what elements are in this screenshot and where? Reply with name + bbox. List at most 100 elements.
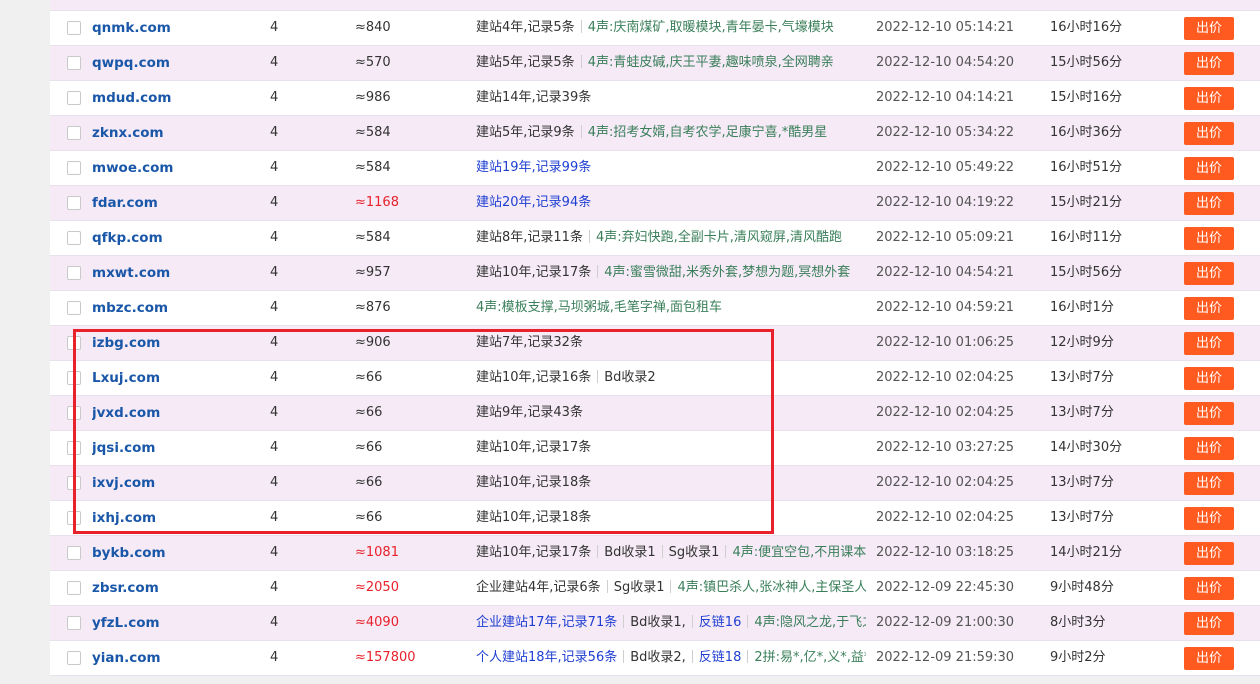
- separator: [725, 545, 727, 558]
- row-checkbox[interactable]: [67, 56, 81, 70]
- domain-description: 建站10年,记录17条 4声:蜜雪微甜,米秀外套,梦想为题,冥想外套: [476, 256, 866, 290]
- price-estimate: ≈157800: [355, 650, 416, 665]
- bid-button[interactable]: 出价: [1184, 507, 1234, 530]
- row-checkbox[interactable]: [67, 546, 81, 560]
- bid-button[interactable]: 出价: [1184, 437, 1234, 460]
- row-checkbox[interactable]: [67, 21, 81, 35]
- description-segment: 4声:青蛙皮碱,庆王平妻,趣味喷泉,全网聘亲: [587, 55, 834, 70]
- domain-length: 4: [270, 160, 279, 175]
- price-estimate: ≈584: [355, 230, 391, 245]
- domain-link[interactable]: jqsi.com: [92, 431, 262, 465]
- domain-link[interactable]: izbg.com: [92, 326, 262, 360]
- row-checkbox[interactable]: [67, 91, 81, 105]
- row-checkbox[interactable]: [67, 336, 81, 350]
- bid-button[interactable]: 出价: [1184, 332, 1234, 355]
- row-checkbox[interactable]: [67, 266, 81, 280]
- bid-button[interactable]: 出价: [1184, 192, 1234, 215]
- description-segment: 建站10年,记录18条: [476, 510, 592, 525]
- bid-button[interactable]: 出价: [1184, 472, 1234, 495]
- bid-button[interactable]: 出价: [1184, 227, 1234, 250]
- price-estimate: ≈876: [355, 300, 391, 315]
- description-segment: 4声:模板支撑,马坝粥城,毛笔字禅,面包租车: [476, 300, 723, 315]
- bid-button[interactable]: 出价: [1184, 577, 1234, 600]
- domain-link[interactable]: ixhj.com: [92, 501, 262, 535]
- domain-length: 4: [270, 475, 279, 490]
- row-checkbox[interactable]: [67, 651, 81, 665]
- row-checkbox[interactable]: [67, 126, 81, 140]
- domain-description: 建站10年,记录17条 Bd收录1 Sg收录1 4声:便宜空包,不用课本,...: [476, 536, 866, 570]
- domain-link[interactable]: qnmk.com: [92, 11, 262, 45]
- domain-description: 个人建站18年,记录56条 Bd收录2, 反链18 2拼:易*,亿*,义*,益*,..…: [476, 641, 866, 675]
- row-checkbox[interactable]: [67, 196, 81, 210]
- row-checkbox[interactable]: [67, 441, 81, 455]
- row-checkbox[interactable]: [67, 616, 81, 630]
- domain-link[interactable]: jvxd.com: [92, 396, 262, 430]
- domain-link[interactable]: fdar.com: [92, 186, 262, 220]
- domain-length: 4: [270, 230, 279, 245]
- bid-button[interactable]: 出价: [1184, 297, 1234, 320]
- row-checkbox[interactable]: [67, 581, 81, 595]
- end-datetime: 2022-12-10 03:27:25: [876, 440, 1015, 455]
- domain-description: 建站4年,记录5条 4声:庆南煤矿,取暖模块,青年晏卡,气壕模块: [476, 11, 866, 45]
- description-segment: 建站10年,记录16条: [476, 370, 592, 385]
- domain-link[interactable]: ixvj.com: [92, 466, 262, 500]
- bid-button[interactable]: 出价: [1184, 87, 1234, 110]
- row-checkbox[interactable]: [67, 231, 81, 245]
- bid-button[interactable]: 出价: [1184, 402, 1234, 425]
- bid-button[interactable]: 出价: [1184, 612, 1234, 635]
- time-remaining: 15小时56分: [1050, 55, 1123, 70]
- description-segment: 反链16: [698, 615, 742, 630]
- domain-length: 4: [270, 265, 279, 280]
- price-estimate: ≈4090: [355, 615, 399, 630]
- domain-link[interactable]: Lxuj.com: [92, 361, 262, 395]
- separator: [747, 650, 749, 663]
- domain-link[interactable]: mxwt.com: [92, 256, 262, 290]
- table-row: mdud.com 4 ≈986 建站14年,记录39条 2022-12-10 04:14…: [50, 81, 1260, 116]
- bid-button[interactable]: 出价: [1184, 647, 1234, 670]
- table-row: ixvj.com 4 ≈66 建站10年,记录18条 2022-12-10 02:04:…: [50, 466, 1260, 501]
- table-row: qfkp.com 4 ≈584 建站8年,记录11条 4声:弃妇快跑,全副卡片,清风窥屏…: [50, 221, 1260, 256]
- domain-link[interactable]: qfkp.com: [92, 221, 262, 255]
- domain-link[interactable]: mwoe.com: [92, 151, 262, 185]
- table-row: Lxuj.com 4 ≈66 建站10年,记录16条 Bd收录2 2022-12-10 0…: [50, 361, 1260, 396]
- table-row: zknx.com 4 ≈584 建站5年,记录9条 4声:招考女婿,自考农学,足康宁喜,…: [50, 116, 1260, 151]
- domain-link[interactable]: yian.com: [92, 641, 262, 675]
- domain-link[interactable]: zbsr.com: [92, 571, 262, 605]
- table-row: fdar.com 4 ≈1168 建站20年,记录94条 2022-12-10 04:1…: [50, 186, 1260, 221]
- time-remaining: 13小时7分: [1050, 370, 1114, 385]
- end-datetime: 2022-12-10 04:59:21: [876, 300, 1015, 315]
- row-checkbox[interactable]: [67, 371, 81, 385]
- bid-button[interactable]: 出价: [1184, 17, 1234, 40]
- price-estimate: ≈66: [355, 510, 383, 525]
- bid-button[interactable]: 出价: [1184, 52, 1234, 75]
- price-estimate: ≈66: [355, 440, 383, 455]
- separator: [623, 615, 625, 628]
- row-checkbox[interactable]: [67, 511, 81, 525]
- row-checkbox[interactable]: [67, 406, 81, 420]
- domain-link[interactable]: mbzc.com: [92, 291, 262, 325]
- table-row: jqsi.com 4 ≈66 建站10年,记录17条 2022-12-10 03:27:…: [50, 431, 1260, 466]
- separator: [597, 265, 599, 278]
- domain-link[interactable]: bykb.com: [92, 536, 262, 570]
- domain-link[interactable]: yfzL.com: [92, 606, 262, 640]
- description-segment: 建站10年,记录17条: [476, 440, 592, 455]
- bid-button[interactable]: 出价: [1184, 262, 1234, 285]
- bid-button[interactable]: 出价: [1184, 122, 1234, 145]
- row-checkbox[interactable]: [67, 476, 81, 490]
- domain-length: 4: [270, 125, 279, 140]
- domain-link[interactable]: qwpq.com: [92, 46, 262, 80]
- domain-link[interactable]: mdud.com: [92, 81, 262, 115]
- description-segment: 4声:招考女婿,自考农学,足康宁喜,*酷男星: [587, 125, 828, 140]
- description-segment: 建站5年,记录9条: [476, 125, 575, 140]
- bid-button[interactable]: 出价: [1184, 367, 1234, 390]
- end-datetime: 2022-12-10 04:19:22: [876, 195, 1015, 210]
- bid-button[interactable]: 出价: [1184, 542, 1234, 565]
- domain-link[interactable]: zknx.com: [92, 116, 262, 150]
- row-checkbox[interactable]: [67, 301, 81, 315]
- separator: [588, 230, 590, 243]
- end-datetime: 2022-12-10 02:04:25: [876, 510, 1015, 525]
- domain-length: 4: [270, 195, 279, 210]
- bid-button[interactable]: 出价: [1184, 157, 1234, 180]
- row-checkbox[interactable]: [67, 161, 81, 175]
- separator: [580, 55, 582, 68]
